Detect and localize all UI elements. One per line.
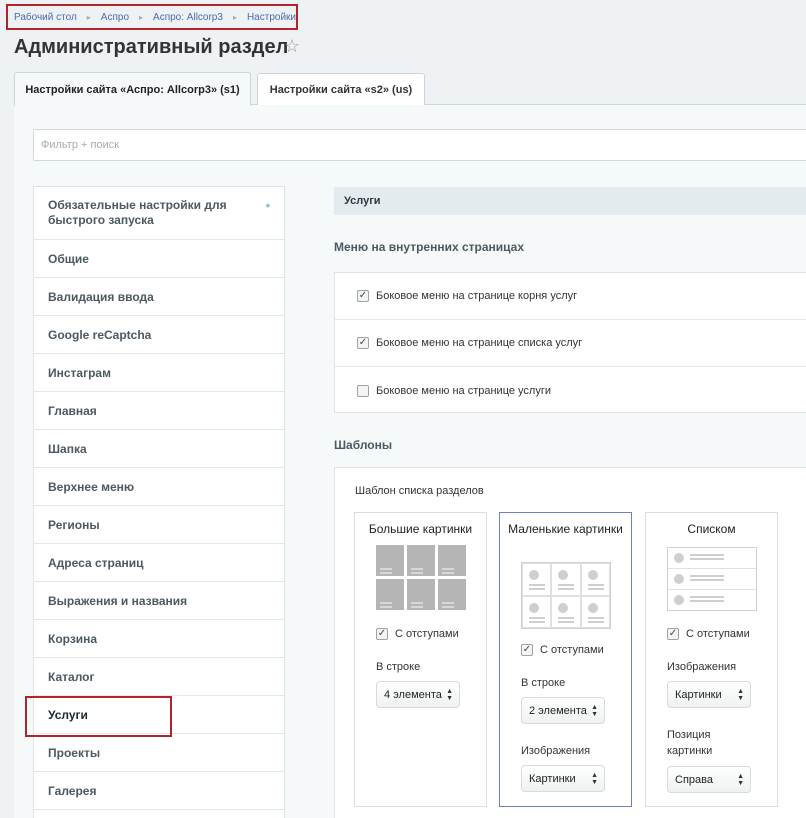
menu-section-title: Меню на внутренних страницах	[334, 240, 525, 254]
sidebar-item-main[interactable]: Главная	[34, 392, 284, 430]
option-label: С отступами	[395, 628, 459, 640]
selection-highlight	[25, 696, 172, 737]
card-title: Большие картинки	[368, 522, 473, 536]
margins-option[interactable]: ✓ С отступами	[521, 644, 604, 656]
sidebar-item-instagram[interactable]: Инстаграм	[34, 354, 284, 392]
select-value: Картинки	[529, 772, 576, 785]
breadcrumb-item-settings[interactable]: Настройки	[247, 12, 296, 23]
select-arrows-icon: ▲ ▼	[591, 772, 598, 786]
page-title: Административный раздел	[14, 36, 289, 58]
sidebar-item-general[interactable]: Общие	[34, 240, 284, 278]
sidebar-item-header[interactable]: Шапка	[34, 430, 284, 468]
small-images-preview-icon	[521, 562, 611, 629]
sidebar-item-label: Общие	[48, 251, 89, 266]
list-preview-icon	[667, 547, 757, 611]
margins-option[interactable]: ✓ С отступами	[376, 628, 459, 640]
tab-site-s2[interactable]: Настройки сайта «s2» (us)	[257, 73, 425, 105]
select-value: Картинки	[675, 688, 722, 701]
select-arrows-icon: ▲ ▼	[446, 688, 453, 702]
sidebar-item-label: Обязательные настройки для быстрого запу…	[48, 198, 227, 227]
row-count-select[interactable]: 2 элемента ▲ ▼	[521, 697, 605, 724]
sidebar-item-label: Галерея	[48, 783, 97, 798]
sidebar-item-label: Инстаграм	[48, 365, 111, 380]
template-card-list[interactable]: Списком ✓ С отступами Изображения Картин…	[645, 512, 778, 807]
sidebar-item-label: Главная	[48, 403, 97, 418]
sidebar-item-gallery[interactable]: Галерея	[34, 772, 284, 810]
chevron-right-icon: ▸	[86, 12, 91, 22]
sidebar-item-label: Каталог	[48, 669, 95, 684]
card-title: Списком	[687, 522, 736, 536]
margins-option[interactable]: ✓ С отступами	[667, 628, 750, 640]
option-label: С отступами	[686, 628, 750, 640]
template-card-large-images[interactable]: Большие картинки ✓ С отступами В строке …	[354, 512, 487, 807]
checkbox-checked[interactable]: ✓	[357, 290, 369, 302]
sidebar-item-label: Валидация ввода	[48, 289, 154, 304]
sidebar-item-label: Google reCaptcha	[48, 327, 152, 342]
templates-label: Шаблон списка разделов	[355, 485, 484, 497]
sidebar-item-input-validation[interactable]: Валидация ввода	[34, 278, 284, 316]
sidebar-item-label: Верхнее меню	[48, 479, 135, 494]
breadcrumb-item-allcorp3[interactable]: Аспро: Allcorp3	[153, 12, 223, 23]
sidebar-item-label: Адреса страниц	[48, 555, 144, 570]
breadcrumb-item-aspro[interactable]: Аспро	[101, 12, 129, 23]
option-label: Боковое меню на странице списка услуг	[376, 337, 583, 349]
option-label: Боковое меню на странице корня услуг	[376, 290, 578, 302]
sidebar-item-label: Регионы	[48, 517, 100, 532]
sidebar-item-phrases[interactable]: Выражения и названия	[34, 582, 284, 620]
sidebar-item-recaptcha[interactable]: Google reCaptcha	[34, 316, 284, 354]
required-star-icon: *	[265, 202, 270, 214]
sidebar-item-label: Шапка	[48, 441, 87, 456]
select-value: Справа	[675, 773, 713, 786]
menu-option-detail[interactable]: Боковое меню на странице услуги	[335, 367, 806, 414]
chevron-right-icon: ▸	[232, 12, 237, 22]
select-arrows-icon: ▲ ▼	[591, 704, 598, 718]
tab-site-s1[interactable]: Настройки сайта «Аспро: Allcorp3» (s1)	[14, 72, 251, 106]
filter-search-input[interactable]: Фильтр + поиск	[33, 129, 806, 161]
sidebar-item-label: Выражения и названия	[48, 593, 188, 608]
sidebar-item-quick-start[interactable]: Обязательные настройки для быстрого запу…	[34, 187, 284, 240]
card-title: Маленькие картинки	[508, 522, 623, 536]
menu-options-box: ✓ Боковое меню на странице корня услуг ✓…	[334, 272, 806, 413]
templates-section-title: Шаблоны	[334, 438, 393, 452]
select-value: 4 элемента	[384, 688, 442, 701]
images-select[interactable]: Картинки ▲ ▼	[667, 681, 751, 708]
option-label: Боковое меню на странице услуги	[376, 384, 552, 397]
sidebar-item-regions[interactable]: Регионы	[34, 506, 284, 544]
breadcrumb: Рабочий стол ▸ Аспро ▸ Аспро: Allcorp3 ▸…	[6, 4, 298, 30]
checkbox-checked[interactable]: ✓	[376, 628, 388, 640]
large-images-preview-icon	[376, 545, 466, 610]
favorite-star-icon[interactable]: ☆	[284, 36, 300, 57]
images-label: Изображения	[667, 661, 737, 673]
images-label: Изображения	[521, 745, 591, 757]
menu-option-root[interactable]: ✓ Боковое меню на странице корня услуг	[335, 273, 806, 320]
menu-option-list[interactable]: ✓ Боковое меню на странице списка услуг	[335, 320, 806, 367]
template-card-small-images[interactable]: Маленькие картинки ✓ С отступами В строк…	[499, 512, 632, 807]
sidebar-item-label: Проекты	[48, 745, 101, 760]
select-arrows-icon: ▲ ▼	[737, 688, 744, 702]
checkbox-checked[interactable]: ✓	[667, 628, 679, 640]
checkbox-checked[interactable]: ✓	[357, 337, 369, 349]
sidebar-item-catalog[interactable]: Каталог	[34, 658, 284, 696]
row-count-label: В строке	[376, 661, 421, 673]
checkbox-checked[interactable]: ✓	[521, 644, 533, 656]
breadcrumb-item-desktop[interactable]: Рабочий стол	[14, 12, 77, 23]
sidebar-item-page-addresses[interactable]: Адреса страниц	[34, 544, 284, 582]
chevron-right-icon: ▸	[139, 12, 144, 22]
images-select[interactable]: Картинки ▲ ▼	[521, 765, 605, 792]
sidebar-item-cart[interactable]: Корзина	[34, 620, 284, 658]
option-label: С отступами	[540, 644, 604, 656]
row-count-select[interactable]: 4 элемента ▲ ▼	[376, 681, 460, 708]
checkbox-unchecked[interactable]	[357, 384, 369, 397]
select-value: 2 элемента	[529, 704, 587, 717]
section-header: Услуги	[334, 187, 806, 215]
sidebar-item-label: Корзина	[48, 631, 98, 646]
image-position-label: Позиция картинки	[667, 729, 713, 757]
sidebar-item-projects[interactable]: Проекты	[34, 734, 284, 772]
image-position-select[interactable]: Справа ▲ ▼	[667, 766, 751, 793]
select-arrows-icon: ▲ ▼	[737, 773, 744, 787]
sidebar-item-top-menu[interactable]: Верхнее меню	[34, 468, 284, 506]
row-count-label: В строке	[521, 677, 566, 689]
